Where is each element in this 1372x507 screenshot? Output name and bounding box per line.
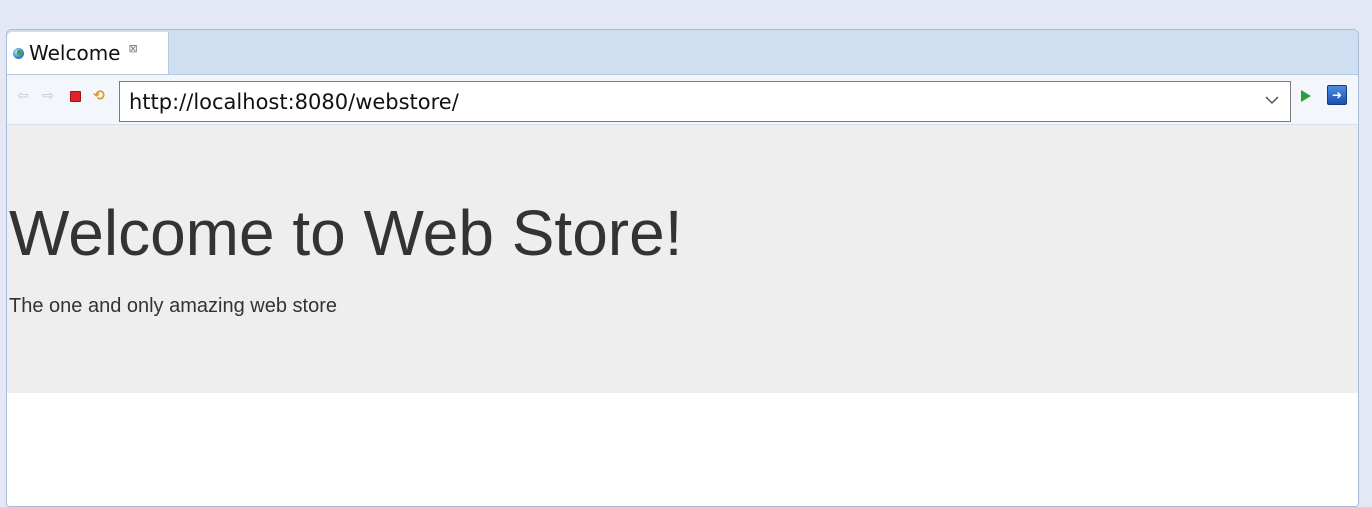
refresh-button[interactable]: ⟲ [91,88,107,104]
chevron-down-icon [1265,96,1279,104]
back-button[interactable]: ⇦ [15,88,31,104]
tab-bar: Welcome ⊠ [7,30,1358,75]
stop-icon [69,90,81,102]
page-tagline: The one and only amazing web store [9,295,337,317]
browser-toolbar: ⇦ ⇨ ⟲ ➜ [7,75,1358,125]
browser-view: Welcome ⊠ ⇦ ⇨ ⟲ ➜ [6,29,1359,507]
tab-label: Welcome [29,41,121,65]
url-input[interactable] [120,82,1251,121]
url-bar [119,81,1291,122]
go-icon [1301,90,1311,102]
tab-welcome[interactable]: Welcome ⊠ [7,32,169,74]
close-icon[interactable]: ⊠ [128,42,137,55]
go-button[interactable] [1301,88,1315,104]
forward-arrow-icon: ⇨ [42,88,54,104]
stop-button[interactable] [67,88,83,104]
back-arrow-icon: ⇦ [17,88,29,104]
open-external-browser-button[interactable]: ➜ [1327,85,1347,105]
refresh-icon: ⟲ [93,88,105,104]
forward-button[interactable]: ⇨ [40,88,56,104]
url-history-dropdown[interactable] [1264,92,1280,108]
page-content: Welcome to Web Store! The one and only a… [7,125,1358,506]
jumbotron: Welcome to Web Store! The one and only a… [7,125,1358,393]
globe-icon [13,47,24,59]
open-external-browser-icon: ➜ [1331,88,1343,102]
page-heading: Welcome to Web Store! [9,197,683,269]
